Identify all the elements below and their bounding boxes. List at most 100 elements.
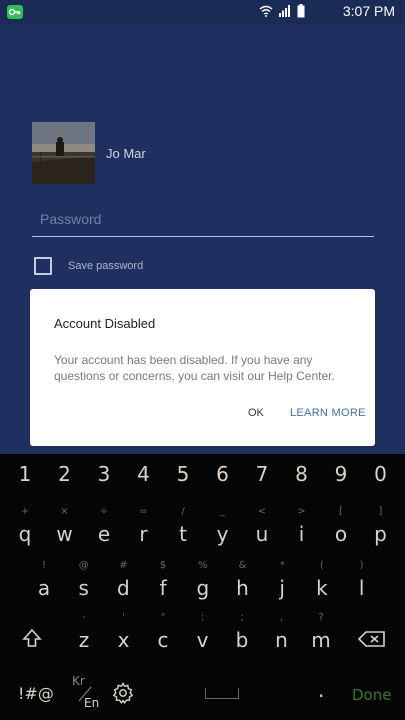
key-label: o — [334, 522, 348, 546]
key-v[interactable]: :v — [183, 610, 223, 660]
key-a[interactable]: ! a — [24, 558, 64, 608]
key-7[interactable]: 7 — [242, 454, 282, 504]
key-secondary-label: $ — [159, 560, 167, 571]
backspace-icon — [357, 631, 385, 647]
key-secondary-label: @ — [78, 560, 89, 571]
settings-key[interactable] — [112, 682, 134, 708]
key-o[interactable]: [o — [321, 504, 361, 554]
key-r[interactable]: = r — [124, 504, 164, 554]
key-secondary-label: ( — [319, 560, 324, 571]
key-secondary-label: ! — [41, 560, 46, 571]
key-label: q — [18, 522, 32, 546]
key-h[interactable]: & h — [223, 558, 263, 608]
key-secondary-label: ) — [359, 560, 364, 571]
key-n[interactable]: ,n — [262, 610, 302, 660]
language-key[interactable]: Kr En — [72, 674, 102, 714]
key-secondary-label: , — [279, 612, 284, 623]
key-b[interactable]: ; b — [222, 610, 262, 660]
key-label: t — [179, 522, 187, 546]
status-time: 3:07 PM — [342, 3, 395, 19]
username: Jo Mar — [106, 146, 146, 161]
key-label: 7 — [255, 462, 269, 486]
key-0[interactable]: 0 — [361, 454, 401, 504]
key-secondary-label: > — [297, 506, 306, 517]
key-label: m — [311, 628, 331, 652]
key-label: d — [117, 576, 130, 600]
save-password-label: Save password — [68, 260, 144, 272]
key-label: j — [279, 576, 285, 600]
key-1[interactable]: 1 — [5, 454, 45, 504]
shift-key[interactable] — [22, 628, 42, 652]
ok-button[interactable]: OK — [248, 407, 264, 419]
key-label: 8 — [295, 462, 308, 486]
key-secondary-label: % — [198, 560, 208, 571]
key-secondary-label: & — [238, 560, 247, 571]
key-8[interactable]: 8 — [282, 454, 322, 504]
key-j[interactable]: * j — [262, 558, 302, 608]
key-t[interactable]: / t — [163, 504, 203, 554]
key-secondary-label: : — [200, 612, 205, 623]
key-k[interactable]: (k — [302, 558, 342, 608]
key-s[interactable]: @ s — [64, 558, 104, 608]
key-icon — [7, 5, 23, 19]
key-2[interactable]: 2 — [45, 454, 85, 504]
key-secondary-label: ? — [318, 612, 324, 623]
backspace-key[interactable] — [357, 631, 386, 651]
key-label: c — [157, 628, 169, 652]
key-x[interactable]: ' x — [104, 610, 144, 660]
key-label: w — [56, 522, 73, 546]
password-input[interactable] — [38, 208, 362, 230]
learn-more-button[interactable]: LEARN MORE — [290, 407, 366, 419]
key-secondary-label: _ — [220, 506, 225, 517]
key-label: n — [275, 628, 288, 652]
key-y[interactable]: _ y — [203, 504, 243, 554]
key-9[interactable]: 9 — [321, 454, 361, 504]
key-label: 4 — [137, 462, 150, 486]
key-label: p — [374, 522, 387, 546]
key-secondary-label: # — [119, 560, 128, 571]
key-label: z — [78, 628, 90, 652]
key-z[interactable]: -z — [64, 610, 104, 660]
key-c[interactable]: " c — [143, 610, 183, 660]
done-key[interactable]: Done — [352, 686, 391, 704]
key-label: r — [139, 522, 148, 546]
period-key[interactable]: . — [318, 678, 324, 702]
key-w[interactable]: × w — [45, 504, 85, 554]
shift-icon — [22, 628, 42, 647]
key-label: 3 — [97, 462, 111, 486]
key-label: k — [316, 576, 328, 600]
symbols-key[interactable]: !#@ — [18, 684, 54, 703]
key-f[interactable]: $ f — [143, 558, 183, 608]
key-u[interactable]: < u — [242, 504, 282, 554]
key-i[interactable]: > i — [282, 504, 322, 554]
key-5[interactable]: 5 — [163, 454, 203, 504]
dialog-message: Your account has been disabled. If you h… — [54, 353, 335, 383]
key-secondary-label: × — [60, 506, 69, 517]
key-label: 9 — [334, 462, 348, 486]
key-m[interactable]: ? m — [301, 610, 341, 660]
key-l[interactable]: ) l — [342, 558, 382, 608]
key-label: u — [255, 522, 269, 546]
keyboard: 1234567890 + q × w ÷ e = r / t _ y < u > i[o] p ! a @ s # d $ f… — [0, 454, 405, 720]
key-secondary-label: ] — [378, 506, 383, 517]
key-6[interactable]: 6 — [203, 454, 243, 504]
key-q[interactable]: + q — [5, 504, 45, 554]
key-p[interactable]: ] p — [361, 504, 401, 554]
keyboard-bottom-row: !#@ Kr En . Done — [0, 662, 405, 712]
spacebar[interactable] — [205, 688, 239, 699]
key-label: i — [298, 522, 305, 546]
key-label: 0 — [374, 462, 387, 486]
key-label: y — [216, 522, 229, 546]
key-g[interactable]: % g — [183, 558, 223, 608]
key-e[interactable]: ÷ e — [84, 504, 124, 554]
key-d[interactable]: # d — [103, 558, 143, 608]
key-label: a — [37, 576, 51, 600]
key-secondary-label: < — [257, 506, 267, 517]
key-secondary-label: = — [139, 506, 148, 517]
key-4[interactable]: 4 — [124, 454, 164, 504]
save-password-checkbox[interactable] — [34, 257, 52, 275]
keyboard-row-2: ! a @ s # d $ f% g & h * j(k) l — [0, 558, 405, 608]
key-label: x — [117, 628, 130, 652]
key-3[interactable]: 3 — [84, 454, 124, 504]
save-password-row[interactable]: Save password — [34, 256, 143, 276]
